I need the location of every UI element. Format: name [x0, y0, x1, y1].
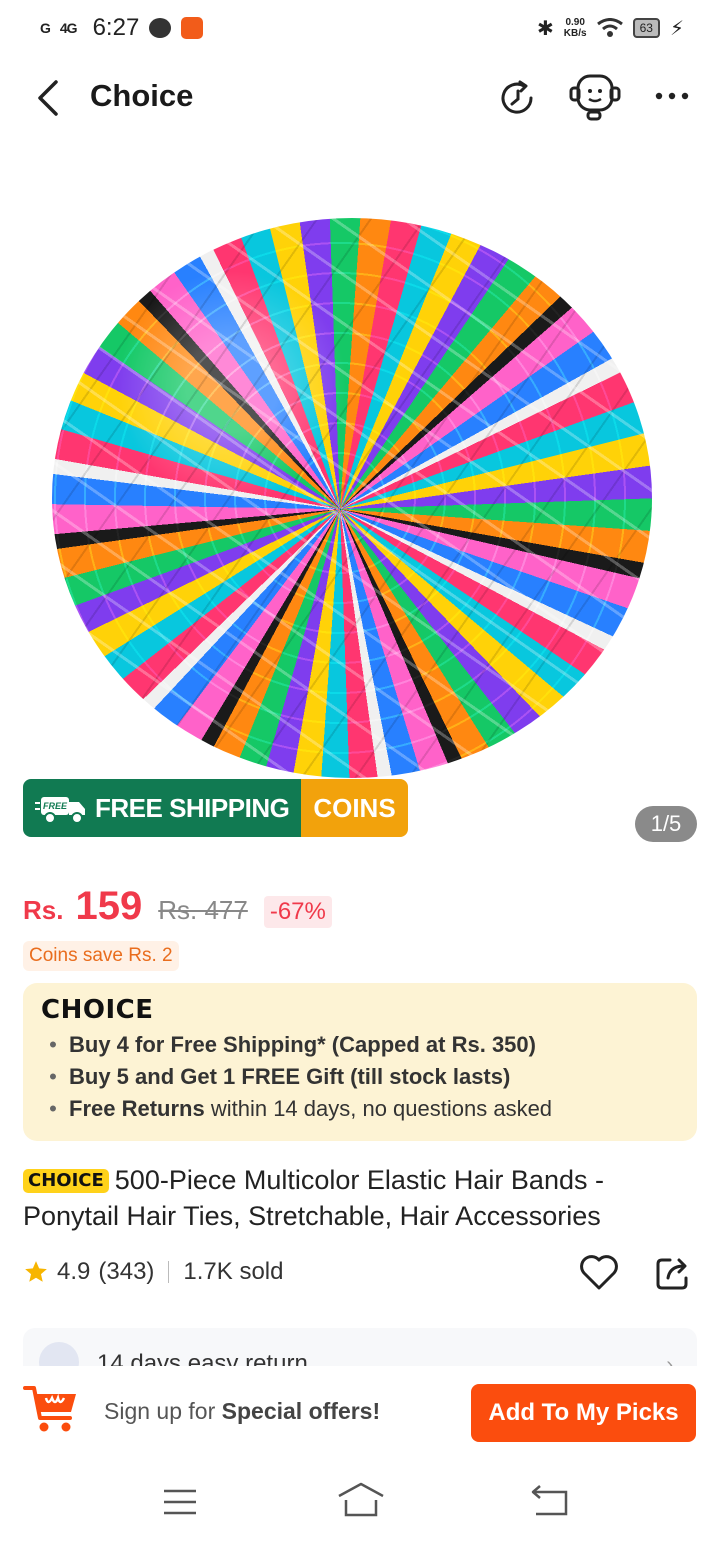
photo-texture-2: [52, 218, 652, 778]
bullet: •: [49, 1096, 57, 1121]
signup-promo[interactable]: Sign up for Special offers!: [104, 1398, 380, 1425]
choice-benefits-box[interactable]: CHOICE • Buy 4 for Free Shipping* (Capped…: [23, 983, 697, 1141]
benefit-item: • Buy 4 for Free Shipping* (Capped at Rs.…: [41, 1029, 679, 1061]
back-arrow-icon[interactable]: [30, 76, 70, 120]
page-title: Choice: [90, 78, 194, 113]
bottom-action-bar: Sign up for Special offers! Add To My Pi…: [0, 1366, 720, 1458]
choice-benefits-list: • Buy 4 for Free Shipping* (Capped at Rs.…: [41, 1029, 679, 1125]
app-notification-icon: [181, 17, 204, 39]
product-title: CHOICE 500-Piece Multicolor Elastic Hair …: [23, 1162, 703, 1234]
more-options-icon[interactable]: [654, 84, 690, 108]
signup-bold: Special offers!: [221, 1398, 381, 1424]
bullet: •: [49, 1064, 57, 1089]
truck-icon: FREE: [35, 797, 85, 824]
benefit-bold: Free Returns: [69, 1096, 205, 1121]
discount-badge: -67%: [263, 896, 332, 928]
free-shipping-section: FREE FREE SHIPPING: [23, 779, 302, 837]
price-row: Rs. 159 Rs. 477 -67%: [23, 884, 332, 929]
speed-value: 0.90: [565, 17, 585, 28]
speed-unit: KB/s: [563, 28, 587, 39]
coins-save-badge: Coins save Rs. 2: [23, 941, 179, 971]
wishlist-heart-icon[interactable]: [578, 1252, 620, 1292]
product-title-text: 500-Piece Multicolor Elastic Hair Bands …: [23, 1165, 604, 1231]
signup-prefix: Sign up for: [104, 1398, 222, 1424]
signal-icon: G: [40, 20, 51, 36]
system-navigation-bar: [0, 1460, 720, 1544]
image-counter: 1/5: [635, 806, 697, 842]
truck-free-text: FREE: [43, 801, 68, 811]
benefit-item: • Buy 5 and Get 1 FREE Gift (till stock l…: [41, 1061, 679, 1093]
network-speed: 0.90 KB/s: [564, 17, 587, 39]
review-count: (343): [98, 1258, 155, 1285]
wifi-icon: [596, 18, 623, 37]
return-policy-row[interactable]: 14 days easy return ›: [23, 1328, 697, 1368]
star-icon: [25, 1261, 47, 1282]
choice-tag: CHOICE: [23, 1169, 109, 1193]
history-icon[interactable]: [498, 78, 538, 118]
charging-icon: ⚡: [669, 17, 684, 40]
bluetooth-icon: ✱: [537, 17, 554, 40]
benefit-rest: within 14 days, no questions asked: [204, 1096, 553, 1121]
rating-row[interactable]: 4.9 (343) 1.7K sold: [23, 1258, 283, 1286]
free-shipping-label: FREE SHIPPING: [95, 792, 290, 823]
add-to-my-picks-button[interactable]: Add To My Picks: [471, 1384, 696, 1442]
divider: [168, 1261, 170, 1283]
current-price: 159: [75, 884, 143, 928]
home-icon[interactable]: [336, 1482, 386, 1518]
share-icon[interactable]: [654, 1254, 692, 1292]
clock: 6:27: [92, 14, 140, 41]
free-shipping-banner: FREE FREE SHIPPING COINS: [23, 779, 408, 837]
recent-apps-icon[interactable]: [160, 1486, 200, 1518]
price-currency: Rs.: [23, 895, 64, 925]
benefit-item: • Free Returns within 14 days, no questio…: [41, 1093, 679, 1125]
choice-logo: CHOICE: [41, 995, 154, 1025]
status-right: ✱ 0.90 KB/s 63 ⚡: [537, 16, 684, 41]
shield-icon: [39, 1342, 79, 1368]
customer-support-icon[interactable]: [568, 72, 622, 122]
benefit-bold: Buy 4 for Free Shipping* (Capped at Rs. …: [69, 1032, 536, 1057]
sold-count: 1.7K sold: [183, 1258, 284, 1285]
back-nav-icon[interactable]: [528, 1484, 570, 1518]
rating-value: 4.9: [57, 1258, 91, 1285]
status-left: G 4G 6:27: [40, 14, 204, 42]
message-icon: [149, 18, 172, 38]
battery-icon: 63: [632, 18, 660, 38]
bullet: •: [49, 1032, 57, 1057]
product-image[interactable]: [0, 148, 720, 848]
coins-label: COINS: [301, 779, 408, 837]
original-price: Rs. 477: [158, 895, 248, 925]
status-bar: G 4G 6:27 ✱ 0.90 KB/s 63 ⚡: [0, 0, 720, 56]
benefit-bold: Buy 5 and Get 1 FREE Gift (till stock la…: [69, 1064, 511, 1089]
top-navigation: Choice: [0, 60, 720, 136]
cart-icon[interactable]: [22, 1380, 80, 1438]
signal-4g-icon: 4G: [59, 20, 78, 36]
